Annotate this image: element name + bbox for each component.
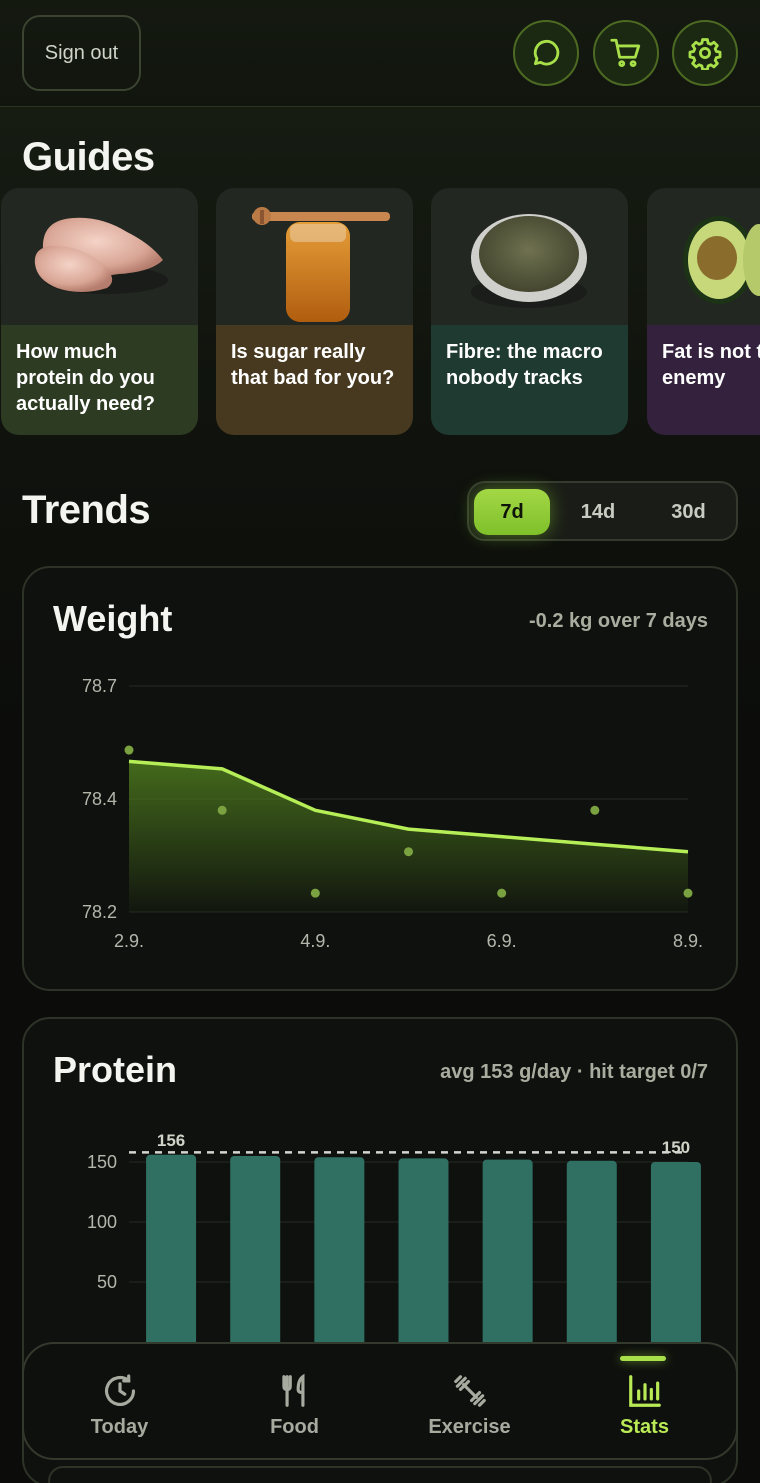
- protein-bar-label: 156: [157, 1131, 185, 1150]
- bar-chart-icon: [628, 1374, 661, 1407]
- range-7d[interactable]: 7d: [474, 489, 550, 535]
- nav-stats-label: Stats: [620, 1415, 669, 1438]
- nav-today-label: Today: [90, 1415, 149, 1438]
- fork-knife-icon: [281, 1373, 304, 1407]
- nav-active-indicator: [620, 1356, 666, 1361]
- nav-food-label: Food: [270, 1415, 319, 1438]
- chat-button[interactable]: [513, 20, 579, 86]
- nav-exercise[interactable]: Exercise: [382, 1344, 557, 1460]
- next-card-peek: [48, 1466, 712, 1483]
- weight-x-tick: 6.9.: [487, 931, 517, 951]
- nav-food[interactable]: Food: [207, 1344, 382, 1460]
- guide-card-fat[interactable]: Fat is not the enemy: [647, 188, 760, 435]
- weight-point: [310, 888, 320, 898]
- guide-card-fibre[interactable]: Fibre: the macro nobody tracks: [431, 188, 628, 435]
- cart-button[interactable]: [593, 20, 659, 86]
- guide-card-protein[interactable]: How much protein do you actually need?: [1, 188, 198, 435]
- sign-out-button[interactable]: Sign out: [22, 15, 141, 91]
- range-14d[interactable]: 14d: [560, 489, 636, 535]
- range-selector: 7d 14d 30d: [467, 481, 738, 541]
- weight-point: [404, 847, 413, 857]
- guide-caption: How much protein do you actually need?: [1, 325, 198, 435]
- avocado-image: [647, 188, 760, 325]
- weight-x-tick: 2.9.: [114, 931, 144, 951]
- protein-chart: 150 100 50 156 150: [87, 1131, 701, 1342]
- weight-point: [497, 888, 507, 898]
- settings-icon: [688, 38, 722, 70]
- weight-x-tick: 8.9.: [673, 931, 703, 951]
- chat-icon: [533, 39, 560, 66]
- weight-point: [683, 888, 693, 898]
- weight-area: [129, 761, 688, 912]
- weight-chart: 78.7 78.4 78.2 2.9. 4.9. 6.9. 8.9.: [82, 676, 703, 951]
- nav-today[interactable]: Today: [32, 1344, 207, 1460]
- weight-point: [217, 805, 227, 815]
- protein-bar: [566, 1160, 617, 1342]
- chicken-image: [1, 188, 198, 325]
- guide-caption: Is sugar really that bad for you?: [216, 325, 413, 435]
- guides-title: Guides: [22, 135, 155, 179]
- weight-y-tick: 78.7: [82, 676, 117, 696]
- protein-bar: [650, 1162, 701, 1342]
- range-30d[interactable]: 30d: [646, 489, 731, 535]
- guide-caption: Fibre: the macro nobody tracks: [431, 325, 628, 435]
- guide-card-sugar[interactable]: Is sugar really that bad for you?: [216, 188, 413, 435]
- lentil-bowl-image: [431, 188, 628, 325]
- dumbbell-icon: [453, 1374, 486, 1407]
- protein-bar-label: 150: [662, 1138, 690, 1157]
- protein-bar: [398, 1158, 449, 1342]
- protein-bar: [314, 1157, 365, 1342]
- guide-caption: Fat is not the enemy: [647, 325, 760, 435]
- protein-y-tick: 100: [87, 1212, 117, 1232]
- weight-y-tick: 78.4: [82, 789, 117, 809]
- protein-y-tick: 150: [87, 1152, 117, 1172]
- cart-icon: [610, 38, 641, 68]
- settings-button[interactable]: [672, 20, 738, 86]
- nav-stats[interactable]: Stats: [557, 1344, 732, 1460]
- protein-bar: [230, 1156, 281, 1342]
- clock-icon: [104, 1373, 135, 1406]
- trends-title: Trends: [22, 488, 151, 532]
- weight-y-tick: 78.2: [82, 902, 117, 922]
- weight-x-tick: 4.9.: [300, 931, 330, 951]
- honey-jar-image: [216, 188, 413, 325]
- nav-exercise-label: Exercise: [428, 1415, 511, 1438]
- top-bar: Sign out: [0, 0, 760, 107]
- weight-point: [590, 805, 600, 815]
- weight-point: [124, 745, 134, 755]
- protein-bar: [146, 1154, 197, 1342]
- protein-y-tick: 50: [97, 1272, 117, 1292]
- protein-bar: [482, 1159, 533, 1342]
